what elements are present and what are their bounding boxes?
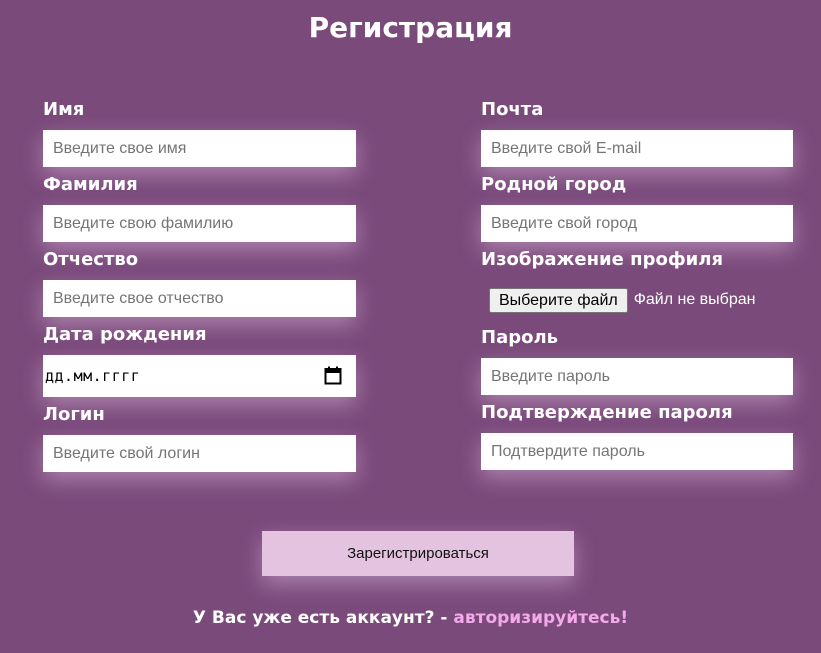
choose-file-button[interactable]: Выберите файл [489,287,628,313]
avatar-file-picker: Выберите файл Файл не выбран [489,280,793,320]
left-column: Имя Фамилия Отчество Дата рождения дд.мм… [43,96,356,478]
password-confirm-input[interactable] [481,433,793,470]
birth-date-input[interactable]: дд.мм.гггг [43,355,356,397]
city-input[interactable] [481,205,793,242]
password-field: Пароль [481,326,793,395]
birth-date-field: Дата рождения дд.мм.гггг [43,323,356,397]
login-field: Логин [43,403,356,472]
file-status: Файл не выбран [633,291,756,308]
last-name-field: Фамилия [43,173,356,242]
login-label: Логин [43,404,105,425]
last-name-input[interactable] [43,205,356,242]
first-name-field: Имя [43,98,356,167]
password-label: Пароль [481,327,559,348]
page-title: Регистрация [308,11,513,44]
footer-login-prompt: У Вас уже есть аккаунт? - авторизируйтес… [0,608,821,628]
right-column: Почта Родной город Изображение профиля В… [481,96,793,476]
footer-text: У Вас уже есть аккаунт? - [192,608,454,628]
login-input[interactable] [43,435,356,472]
email-field: Почта [481,98,793,167]
first-name-input[interactable] [43,130,356,167]
first-name-label: Имя [43,99,85,120]
password-confirm-field: Подтверждение пароля [481,401,793,470]
city-label: Родной город [481,174,627,195]
patronymic-label: Отчество [43,249,139,270]
email-label: Почта [481,99,544,120]
calendar-icon[interactable] [324,366,342,385]
last-name-label: Фамилия [43,174,138,195]
avatar-label: Изображение профиля [481,249,724,270]
password-input[interactable] [481,358,793,395]
email-input[interactable] [481,130,793,167]
register-button[interactable]: Зарегистрироваться [262,531,574,576]
patronymic-input[interactable] [43,280,356,317]
avatar-field: Изображение профиля Выберите файл Файл н… [481,248,793,320]
city-field: Родной город [481,173,793,242]
patronymic-field: Отчество [43,248,356,317]
birth-date-placeholder: дд.мм.гггг [45,367,141,385]
password-confirm-label: Подтверждение пароля [481,402,733,423]
login-link[interactable]: авторизируйтесь! [453,608,628,628]
birth-date-label: Дата рождения [43,324,207,345]
